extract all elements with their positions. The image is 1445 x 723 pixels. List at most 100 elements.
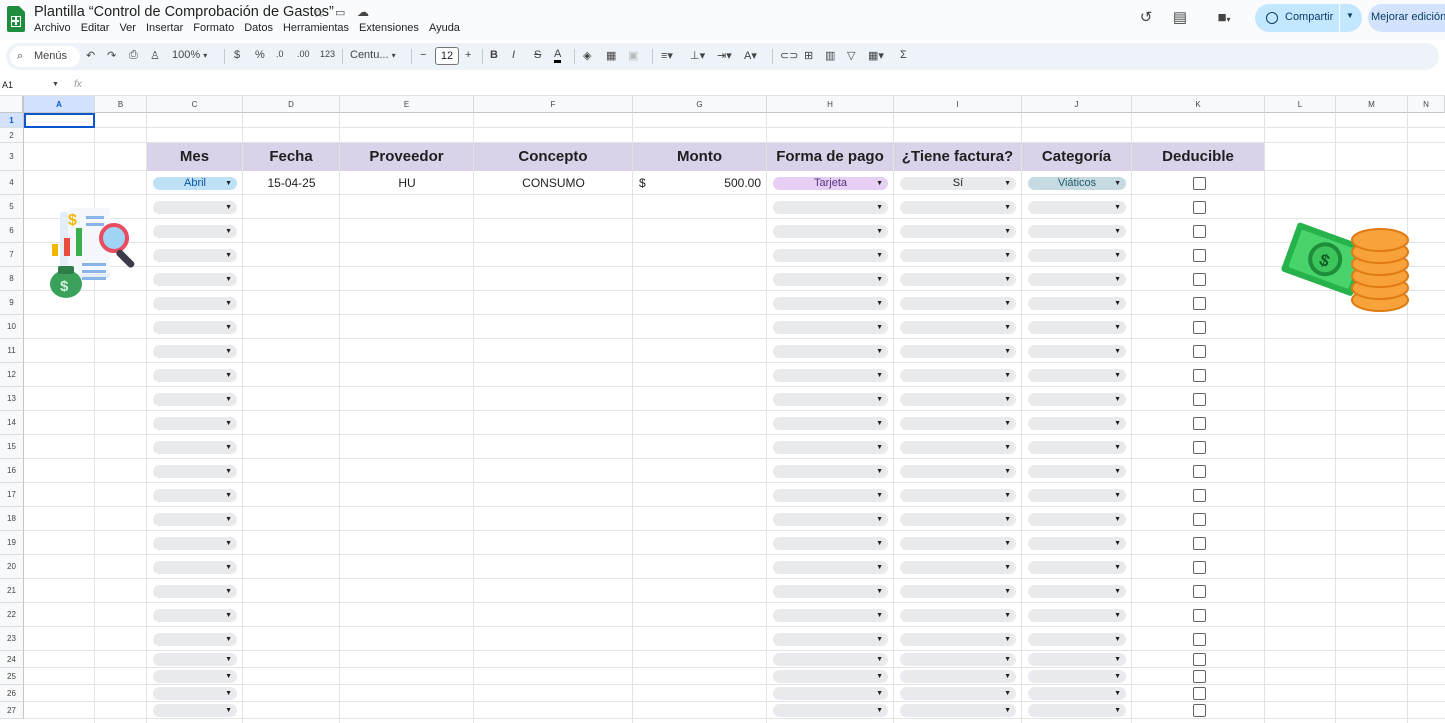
row-header-14[interactable]: 14 [0, 411, 24, 435]
categoria-dropdown[interactable]: ▼ [1028, 489, 1126, 502]
forma-pago-dropdown[interactable]: ▼ [773, 441, 888, 454]
row-header-1[interactable]: 1 [0, 113, 24, 128]
menu-ayuda[interactable]: Ayuda [429, 22, 460, 34]
vertical-align-icon[interactable]: ⊥▾ [690, 49, 705, 62]
factura-dropdown[interactable]: ▼ [900, 704, 1016, 717]
categoria-dropdown[interactable]: ▼ [1028, 513, 1126, 526]
cloud-status-icon[interactable]: ☁ [357, 5, 369, 19]
currency-format-button[interactable]: $ [234, 49, 240, 61]
column-header-c[interactable]: C [147, 96, 243, 113]
row-header-18[interactable]: 18 [0, 507, 24, 531]
mes-dropdown[interactable]: ▼ [153, 465, 237, 478]
row-header-4[interactable]: 4 [0, 171, 24, 195]
forma-pago-dropdown[interactable]: ▼ [773, 393, 888, 406]
row-header-20[interactable]: 20 [0, 555, 24, 579]
categoria-dropdown[interactable]: ▼ [1028, 465, 1126, 478]
comments-icon[interactable]: ▤ [1170, 8, 1190, 28]
meet-icon[interactable]: ■▾ [1210, 8, 1238, 28]
column-header-i[interactable]: I [894, 96, 1022, 113]
functions-icon[interactable]: Σ [900, 49, 907, 61]
menu-editar[interactable]: Editar [81, 22, 110, 34]
column-header-f[interactable]: F [474, 96, 633, 113]
font-size-input[interactable]: 12 [435, 47, 459, 65]
forma-pago-dropdown[interactable]: ▼ [773, 653, 888, 666]
forma-pago-dropdown[interactable]: ▼ [773, 465, 888, 478]
row-header-22[interactable]: 22 [0, 603, 24, 627]
move-folder-icon[interactable]: ▭ [335, 6, 345, 19]
column-header-l[interactable]: L [1265, 96, 1336, 113]
row-header-10[interactable]: 10 [0, 315, 24, 339]
deducible-checkbox[interactable] [1193, 249, 1206, 262]
insert-link-icon[interactable]: ⊂⊃ [780, 49, 798, 62]
italic-icon[interactable]: I [512, 49, 515, 61]
categoria-dropdown[interactable]: ▼ [1028, 653, 1126, 666]
mes-dropdown[interactable]: ▼ [153, 585, 237, 598]
horizontal-align-icon[interactable]: ≡▾ [661, 49, 673, 62]
factura-dropdown[interactable]: ▼ [900, 489, 1016, 502]
selected-cell-a1[interactable] [24, 113, 95, 128]
row-header-13[interactable]: 13 [0, 387, 24, 411]
categoria-dropdown[interactable]: ▼ [1028, 670, 1126, 683]
deducible-checkbox[interactable] [1193, 537, 1206, 550]
deducible-checkbox[interactable] [1193, 561, 1206, 574]
row-header-24[interactable]: 24 [0, 651, 24, 668]
factura-dropdown[interactable]: ▼ [900, 513, 1016, 526]
filter-views-icon[interactable]: ▦▾ [868, 49, 884, 62]
column-header-m[interactable]: M [1336, 96, 1408, 113]
factura-dropdown[interactable]: ▼ [900, 393, 1016, 406]
menu-herramientas[interactable]: Herramientas [283, 22, 349, 34]
sheets-logo-icon[interactable] [7, 6, 25, 32]
factura-dropdown[interactable]: ▼ [900, 441, 1016, 454]
categoria-dropdown[interactable]: ▼ [1028, 321, 1126, 334]
chevron-down-icon[interactable]: ▼ [1346, 11, 1354, 20]
mes-dropdown[interactable]: ▼ [153, 704, 237, 717]
categoria-dropdown[interactable]: ▼ [1028, 561, 1126, 574]
forma-pago-dropdown[interactable]: ▼ [773, 670, 888, 683]
categoria-dropdown[interactable]: ▼ [1028, 609, 1126, 622]
mes-dropdown[interactable]: ▼ [153, 273, 237, 286]
forma-pago-dropdown[interactable]: ▼ [773, 585, 888, 598]
column-header-n[interactable]: N [1408, 96, 1445, 113]
deducible-checkbox[interactable] [1193, 441, 1206, 454]
forma-pago-dropdown[interactable]: ▼ [773, 369, 888, 382]
row-header-26[interactable]: 26 [0, 685, 24, 702]
deducible-checkbox[interactable] [1193, 585, 1206, 598]
row-header-5[interactable]: 5 [0, 195, 24, 219]
factura-dropdown[interactable]: ▼ [900, 345, 1016, 358]
row-header-19[interactable]: 19 [0, 531, 24, 555]
deducible-checkbox[interactable] [1193, 633, 1206, 646]
categoria-dropdown[interactable]: ▼ [1028, 417, 1126, 430]
factura-dropdown[interactable]: ▼ [900, 201, 1016, 214]
row-header-25[interactable]: 25 [0, 668, 24, 685]
factura-dropdown[interactable]: ▼ [900, 297, 1016, 310]
version-history-icon[interactable]: ↺ [1136, 8, 1156, 28]
insert-chart-icon[interactable]: ▥ [825, 49, 835, 62]
deducible-checkbox[interactable] [1193, 670, 1206, 683]
categoria-dropdown[interactable]: ▼ [1028, 537, 1126, 550]
deducible-checkbox[interactable] [1193, 345, 1206, 358]
categoria-dropdown[interactable]: ▼ [1028, 249, 1126, 262]
menu-formato[interactable]: Formato [193, 22, 234, 34]
mes-dropdown[interactable]: ▼ [153, 513, 237, 526]
deducible-checkbox[interactable] [1193, 273, 1206, 286]
factura-dropdown[interactable]: ▼ [900, 249, 1016, 262]
column-header-g[interactable]: G [633, 96, 767, 113]
deducible-checkbox[interactable] [1193, 393, 1206, 406]
mes-dropdown[interactable]: ▼ [153, 633, 237, 646]
insert-comment-icon[interactable]: ⊞ [804, 49, 813, 62]
column-header-b[interactable]: B [95, 96, 147, 113]
decrease-decimal-button[interactable]: .0 [276, 49, 284, 59]
forma-pago-dropdown[interactable]: ▼ [773, 417, 888, 430]
select-all-corner[interactable] [0, 96, 24, 113]
forma-pago-dropdown[interactable]: Tarjeta ▼ [773, 177, 888, 190]
name-box[interactable]: A1 [2, 80, 13, 90]
categoria-dropdown[interactable]: ▼ [1028, 273, 1126, 286]
deducible-checkbox[interactable] [1193, 704, 1206, 717]
deducible-checkbox[interactable] [1193, 465, 1206, 478]
zoom-select[interactable]: 100% ▾ [172, 49, 207, 61]
forma-pago-dropdown[interactable]: ▼ [773, 561, 888, 574]
filter-icon[interactable]: ▽ [847, 49, 855, 62]
factura-dropdown[interactable]: ▼ [900, 653, 1016, 666]
factura-dropdown[interactable]: ▼ [900, 273, 1016, 286]
forma-pago-dropdown[interactable]: ▼ [773, 537, 888, 550]
